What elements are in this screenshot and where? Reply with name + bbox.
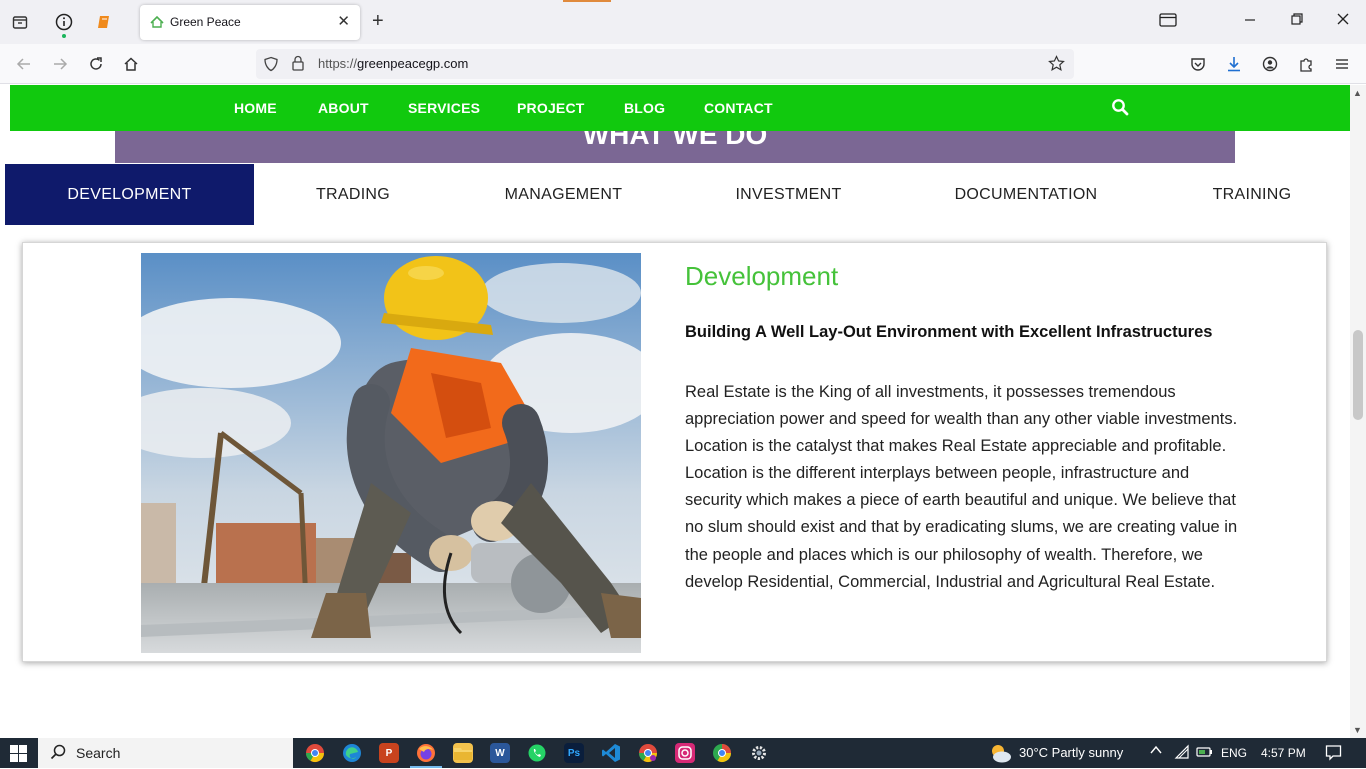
scroll-down-icon[interactable]: ▼ bbox=[1353, 725, 1362, 735]
word-icon[interactable]: W bbox=[490, 743, 510, 763]
taskbar-search-label: Search bbox=[76, 745, 121, 761]
tab-accent-line bbox=[563, 0, 611, 2]
downloads-icon[interactable] bbox=[1224, 54, 1244, 74]
tab-trading[interactable]: TRADING bbox=[285, 164, 421, 225]
browser-navigation-bar: https://greenpeacegp.com bbox=[0, 44, 1366, 84]
bookmark-star-icon[interactable] bbox=[1048, 55, 1065, 77]
nav-blog[interactable]: BLOG bbox=[624, 100, 665, 116]
restore-icon[interactable] bbox=[1290, 12, 1304, 30]
firefox-icon[interactable] bbox=[416, 743, 436, 763]
construction-worker-photo bbox=[141, 253, 641, 653]
battery-icon[interactable] bbox=[1196, 744, 1214, 763]
edge-icon[interactable] bbox=[342, 743, 362, 763]
pocket-icon[interactable] bbox=[1188, 54, 1208, 74]
section-title-band: WHAT WE DO bbox=[115, 131, 1235, 163]
nav-project[interactable]: PROJECT bbox=[517, 100, 585, 116]
weather-text[interactable]: 30°C Partly sunny bbox=[1019, 745, 1123, 760]
services-tabs: DEVELOPMENT TRADING MANAGEMENT INVESTMEN… bbox=[5, 164, 1350, 225]
tab-documentation[interactable]: DOCUMENTATION bbox=[935, 164, 1117, 225]
menu-icon[interactable] bbox=[1332, 54, 1352, 74]
panel-heading: Development bbox=[685, 261, 839, 291]
tab-panel-development: Development Building A Well Lay-Out Envi… bbox=[22, 242, 1327, 662]
settings-gear-icon[interactable] bbox=[749, 743, 769, 763]
section-title: WHAT WE DO bbox=[582, 131, 768, 150]
list-all-tabs-icon[interactable] bbox=[1159, 12, 1177, 32]
photoshop-icon[interactable]: Ps bbox=[564, 743, 584, 763]
tab-development[interactable]: DEVELOPMENT bbox=[5, 164, 254, 225]
instagram-icon[interactable] bbox=[675, 743, 695, 763]
language-indicator[interactable]: ENG bbox=[1221, 746, 1247, 760]
close-window-icon[interactable] bbox=[1336, 12, 1350, 30]
panel-body-text: Real Estate is the King of all investmen… bbox=[685, 383, 1238, 591]
nav-about[interactable]: ABOUT bbox=[318, 100, 369, 116]
home-icon[interactable] bbox=[121, 54, 141, 74]
forward-icon[interactable] bbox=[50, 54, 70, 74]
url-bar[interactable]: https://greenpeacegp.com bbox=[256, 49, 1074, 79]
reload-icon[interactable] bbox=[86, 54, 106, 74]
clock[interactable]: 4:57 PM bbox=[1261, 746, 1306, 760]
extensions-icon[interactable] bbox=[1296, 54, 1316, 74]
chrome-app-icon[interactable] bbox=[712, 743, 732, 763]
panel-subheading: Building A Well Lay-Out Environment with… bbox=[685, 323, 1213, 341]
tab-training[interactable]: TRAINING bbox=[1190, 164, 1314, 225]
file-explorer-icon[interactable] bbox=[453, 743, 473, 763]
nav-contact[interactable]: CONTACT bbox=[704, 100, 773, 116]
whatsapp-icon[interactable] bbox=[527, 743, 547, 763]
vscode-icon[interactable] bbox=[601, 743, 621, 763]
nav-services[interactable]: SERVICES bbox=[408, 100, 480, 116]
search-icon bbox=[50, 744, 66, 763]
tab-close-icon[interactable]: ✕ bbox=[337, 12, 350, 30]
nav-home[interactable]: HOME bbox=[234, 100, 277, 116]
browser-tab-bar: Green Peace ✕ + bbox=[0, 0, 1366, 44]
web-page: HOME ABOUT SERVICES PROJECT BLOG CONTACT… bbox=[0, 85, 1350, 738]
notifications-icon[interactable] bbox=[1325, 744, 1342, 764]
tab-management[interactable]: MANAGEMENT bbox=[485, 164, 642, 225]
windows-start-icon[interactable] bbox=[10, 745, 27, 762]
tab-investment[interactable]: INVESTMENT bbox=[711, 164, 866, 225]
windows-taskbar: Search P W Ps 30°C Partly sunny ENG 4:57… bbox=[0, 738, 1366, 768]
wifi-icon[interactable] bbox=[1174, 744, 1190, 763]
firefox-view-icon[interactable] bbox=[10, 12, 30, 32]
scroll-thumb[interactable] bbox=[1353, 330, 1363, 420]
powerpoint-icon[interactable]: P bbox=[379, 743, 399, 763]
url-text[interactable]: https://greenpeacegp.com bbox=[318, 56, 468, 71]
scroll-up-icon[interactable]: ▲ bbox=[1353, 88, 1362, 98]
chrome-profile-icon[interactable] bbox=[638, 743, 658, 763]
back-icon[interactable] bbox=[14, 54, 34, 74]
site-nav-bar: HOME ABOUT SERVICES PROJECT BLOG CONTACT bbox=[10, 85, 1350, 131]
chrome-icon[interactable] bbox=[305, 743, 325, 763]
bookmark-extension-icon[interactable] bbox=[94, 12, 114, 32]
info-icon[interactable] bbox=[54, 12, 74, 38]
site-search-icon[interactable] bbox=[1111, 98, 1129, 116]
taskbar-search-box[interactable]: Search bbox=[38, 738, 293, 768]
weather-partly-sunny-icon[interactable] bbox=[988, 742, 1012, 769]
site-favicon bbox=[150, 15, 164, 29]
page-scrollbar[interactable]: ▲ ▼ bbox=[1350, 85, 1366, 738]
lock-icon[interactable] bbox=[291, 55, 305, 76]
browser-tab-active[interactable]: Green Peace ✕ bbox=[140, 5, 360, 40]
tracking-shield-icon[interactable] bbox=[263, 56, 279, 77]
tab-title: Green Peace bbox=[170, 15, 241, 29]
show-hidden-icons-icon[interactable] bbox=[1149, 743, 1163, 760]
minimize-icon[interactable] bbox=[1243, 12, 1257, 30]
new-tab-icon[interactable]: + bbox=[372, 10, 384, 33]
account-icon[interactable] bbox=[1260, 54, 1280, 74]
